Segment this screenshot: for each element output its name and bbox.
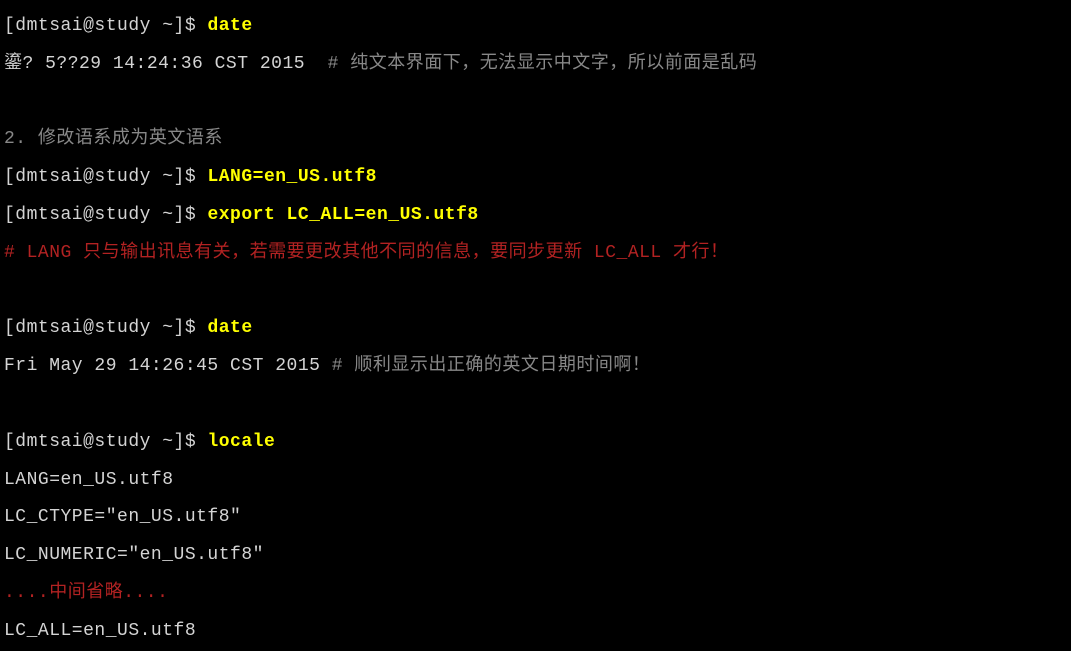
terminal-line-15: LC_NUMERIC="en_US.utf8"	[4, 537, 1067, 575]
command-output: LC_NUMERIC="en_US.utf8"	[4, 545, 264, 565]
inline-comment: # 顺利显示出正确的英文日期时间啊！	[332, 356, 651, 376]
shell-prompt: [dmtsai@study ~]$	[4, 16, 207, 36]
command: date	[207, 318, 252, 338]
terminal-line-2: 鎏? 5??29 14:24:36 CST 2015 # 纯文本界面下，无法显示…	[4, 46, 1067, 84]
shell-prompt: [dmtsai@study ~]$	[4, 432, 207, 452]
command: date	[207, 16, 252, 36]
blank-line	[4, 386, 1067, 424]
terminal-line-6: [dmtsai@study ~]$ export LC_ALL=en_US.ut…	[4, 197, 1067, 235]
command: locale	[207, 432, 275, 452]
terminal-line-16: ....中间省略....	[4, 575, 1067, 613]
terminal-line-7: # LANG 只与输出讯息有关，若需要更改其他不同的信息，要同步更新 LC_AL…	[4, 235, 1067, 273]
terminal-line-step: 2. 修改语系成为英文语系	[4, 121, 1067, 159]
shell-prompt: [dmtsai@study ~]$	[4, 318, 207, 338]
terminal-line-9: [dmtsai@study ~]$ date	[4, 310, 1067, 348]
red-comment: ....中间省略....	[4, 583, 168, 603]
inline-comment: # 纯文本界面下，无法显示中文字，所以前面是乱码	[328, 54, 758, 74]
terminal-line-14: LC_CTYPE="en_US.utf8"	[4, 499, 1067, 537]
shell-prompt: [dmtsai@study ~]$	[4, 205, 207, 225]
blank-line	[4, 273, 1067, 311]
blank-line	[4, 84, 1067, 122]
command-output: LC_ALL=en_US.utf8	[4, 621, 196, 641]
terminal-line-1: [dmtsai@study ~]$ date	[4, 8, 1067, 46]
command-output: 鎏? 5??29 14:24:36 CST 2015	[4, 54, 328, 74]
terminal-line-12: [dmtsai@study ~]$ locale	[4, 424, 1067, 462]
command-output: Fri May 29 14:26:45 CST 2015	[4, 356, 332, 376]
terminal-line-13: LANG=en_US.utf8	[4, 462, 1067, 500]
command: LANG=en_US.utf8	[207, 167, 377, 187]
command: export LC_ALL=en_US.utf8	[207, 205, 478, 225]
terminal-line-5: [dmtsai@study ~]$ LANG=en_US.utf8	[4, 159, 1067, 197]
red-comment: # LANG 只与输出讯息有关，若需要更改其他不同的信息，要同步更新 LC_AL…	[4, 243, 729, 263]
shell-prompt: [dmtsai@study ~]$	[4, 167, 207, 187]
terminal-line-10: Fri May 29 14:26:45 CST 2015 # 顺利显示出正确的英…	[4, 348, 1067, 386]
step-text: 2. 修改语系成为英文语系	[4, 129, 223, 149]
command-output: LANG=en_US.utf8	[4, 470, 174, 490]
command-output: LC_CTYPE="en_US.utf8"	[4, 507, 241, 527]
